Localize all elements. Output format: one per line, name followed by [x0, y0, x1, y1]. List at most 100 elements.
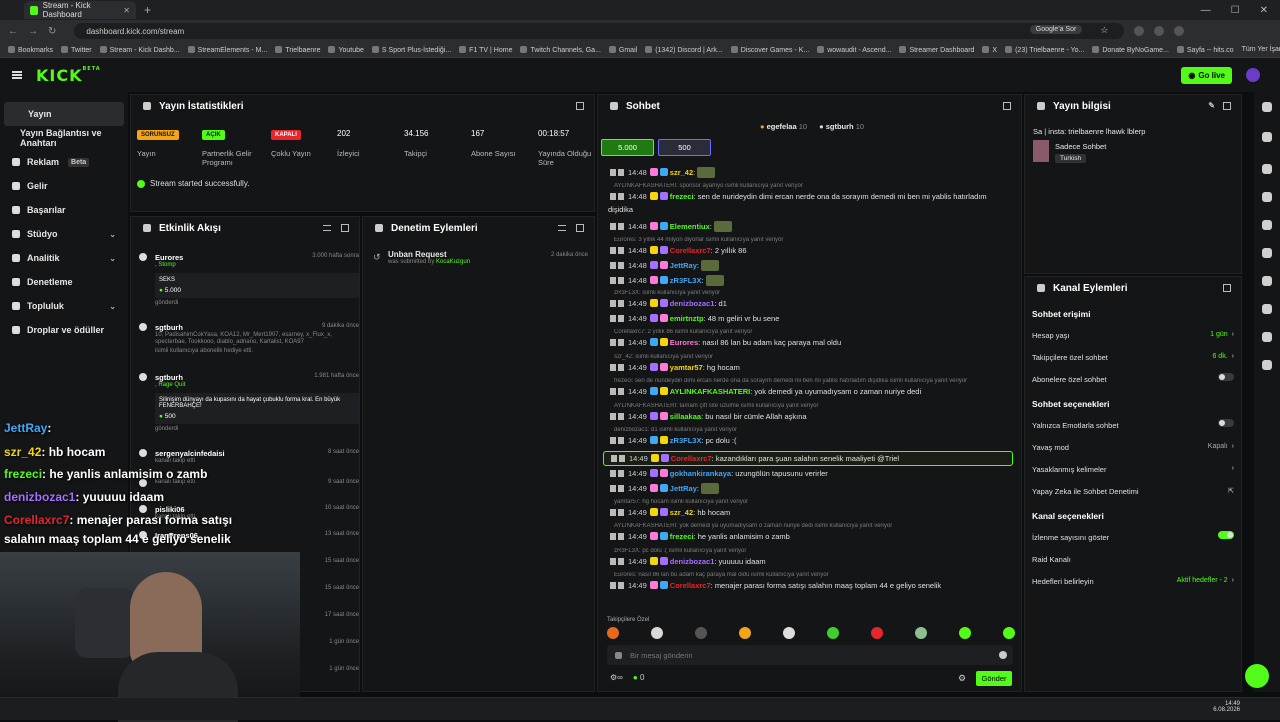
top-gifter[interactable]: ● egefelaa 10: [760, 122, 807, 131]
chat-reply-context[interactable]: frezeci: sen de nurideydin dimi ercan ne…: [614, 378, 1014, 384]
chat-username[interactable]: yamtar57: [670, 363, 703, 372]
bookmark-item[interactable]: F1 TV | Home: [459, 46, 512, 54]
goal-pill[interactable]: 500: [658, 139, 711, 156]
popout-icon[interactable]: [1003, 102, 1011, 110]
timeout-icon[interactable]: [618, 169, 624, 176]
chat-username[interactable]: zR3FL3X: [670, 276, 702, 285]
bookmark-item[interactable]: Twitch Channels, Ga...: [520, 46, 600, 54]
chat-reply-context[interactable]: yamtar57: hg hocam isimli kullanıcıya ya…: [614, 499, 1014, 505]
delete-icon[interactable]: [610, 437, 616, 444]
chat-rail-icon[interactable]: [1262, 248, 1272, 258]
chat-username[interactable]: sillaakaa: [670, 412, 701, 421]
popout-icon[interactable]: [341, 224, 349, 232]
delete-icon[interactable]: [611, 454, 617, 462]
mod-item-user[interactable]: KocaKuzgun: [436, 259, 470, 265]
people-rail-icon[interactable]: [1262, 360, 1272, 370]
chat-reply-context[interactable]: Corellaxrc7: 2 yıllık 86 isimli kullanıc…: [614, 329, 1014, 335]
chat-message[interactable]: 14:49 frezeci: he yanlis anlamisim o zamb: [610, 532, 1010, 541]
bookmark-item[interactable]: Gmail: [609, 46, 637, 54]
link-rail-icon[interactable]: [1262, 276, 1272, 286]
info-icon[interactable]: [1262, 102, 1272, 112]
chat-username[interactable]: denizbozac1: [670, 557, 715, 566]
chat-username[interactable]: JettRay: [670, 261, 697, 270]
channel-setting-row[interactable]: Hesap yaşı 1 gün ›: [1032, 331, 1238, 340]
timeout-icon[interactable]: [618, 276, 624, 284]
timeout-icon[interactable]: [618, 533, 624, 540]
toggle-switch[interactable]: [1218, 531, 1234, 539]
minimize-icon[interactable]: —: [1201, 5, 1211, 16]
chat-username[interactable]: szr_42: [670, 168, 693, 177]
chat-username[interactable]: Corellaxrc7: [670, 246, 711, 255]
user-avatar[interactable]: [1246, 68, 1260, 82]
browser-tab[interactable]: Stream - Kick Dashboard ✕: [24, 1, 136, 19]
timeout-icon[interactable]: [618, 508, 624, 516]
kick-logo[interactable]: KICKBETA: [36, 66, 101, 85]
chat-message[interactable]: 14:49 denizbozac1: d1: [610, 299, 1010, 308]
timeout-icon[interactable]: [618, 557, 624, 565]
bookmark-item[interactable]: Discover Games - K...: [731, 46, 809, 54]
chat-message[interactable]: 14:48 frezeci: sen de nurideydin dimi erc…: [610, 191, 1010, 201]
channel-setting-row[interactable]: Takipçilere özel sohbet 6 dk. ›: [1032, 353, 1238, 362]
bookmark-item[interactable]: StreamElements - M...: [188, 46, 268, 54]
chat-message[interactable]: 14:49 Corellaxrc7: menajer parası forma s…: [610, 581, 1010, 590]
channel-setting-row[interactable]: Yavaş mod Kapalı ›: [1032, 443, 1238, 452]
chat-reply-context[interactable]: AYLINKAFKASHATERI: sponsor ayarlıyo isim…: [614, 183, 1014, 189]
activity-item[interactable]: Eurores, Stomp SEKS ● 5.000 gönderdi 3.000 h…: [139, 253, 359, 306]
settings-mini-icon[interactable]: ⚙︎∞: [610, 673, 623, 682]
delete-icon[interactable]: [610, 582, 616, 589]
chat-input[interactable]: Bir mesaj gönderin: [607, 645, 1013, 665]
sidebar-item-3[interactable]: Gelir: [0, 174, 128, 198]
delete-icon[interactable]: [610, 469, 616, 477]
delete-icon[interactable]: [610, 169, 616, 176]
channel-setting-row[interactable]: İzlenme sayısını göster: [1032, 531, 1238, 542]
extension-icon[interactable]: [1134, 26, 1145, 36]
category-name[interactable]: Sadece Sohbet: [1055, 142, 1106, 151]
channel-setting-row[interactable]: Abonelere özel sohbet: [1032, 373, 1238, 384]
delete-icon[interactable]: [610, 557, 616, 565]
chat-reply-context[interactable]: Eurores: 3 yıllık 44 milyon diyorlar isi…: [614, 237, 1014, 243]
chat-message[interactable]: 14:49 emirtnztp: 48 m geliri vr bu sene: [610, 313, 1010, 323]
delete-icon[interactable]: [610, 363, 616, 371]
popout-icon[interactable]: [1223, 284, 1231, 292]
edit-rail-icon[interactable]: [1262, 132, 1272, 142]
filter-icon[interactable]: [323, 225, 331, 231]
chat-message[interactable]: 14:48 Elementiux:: [610, 221, 1010, 232]
bookmark-item[interactable]: Stream - Kick Dashb...: [100, 46, 180, 54]
bookmark-item[interactable]: S Sport Plus-İstediği...: [372, 46, 451, 54]
all-bookmarks[interactable]: Tüm Yer İşaretleri: [1242, 46, 1280, 53]
channel-setting-row[interactable]: Raid Kanalı: [1032, 555, 1238, 564]
delete-icon[interactable]: [610, 246, 616, 254]
bookmark-item[interactable]: Donate ByNoGame...: [1092, 46, 1169, 54]
chat-username[interactable]: Elementiux: [670, 222, 710, 231]
activity-item[interactable]: sergenyalcinfedaisi kanalı takip etti 8 sa…: [139, 449, 359, 465]
bookmark-item[interactable]: Twitter: [61, 46, 92, 54]
chat-message[interactable]: 14:49 szr_42: hb hocam: [610, 507, 1010, 517]
activity-item[interactable]: sgtburh 10, PadisahimCokYasa, KOA12, Mr_M…: [139, 323, 359, 354]
close-window-icon[interactable]: ✕: [1260, 5, 1268, 16]
timeout-icon[interactable]: [618, 437, 624, 444]
delete-icon[interactable]: [610, 388, 616, 395]
chat-reply-context[interactable]: zR3FL3X: isimli kullanıcıya yanıt veriyo…: [614, 290, 1014, 296]
delete-icon[interactable]: [610, 508, 616, 516]
bookmark-item[interactable]: Trielbaenre: [275, 46, 320, 54]
goal-pill[interactable]: 5.000: [601, 139, 654, 156]
bookmark-item[interactable]: Sayfa -- hits.co: [1177, 46, 1234, 54]
chat-reply-context[interactable]: Eurores: nasıl 86 lan bu adam kaç paraya…: [614, 572, 1014, 578]
delete-icon[interactable]: [610, 339, 616, 346]
channel-setting-row[interactable]: Yalnızca Emotlarla sohbet: [1032, 419, 1238, 430]
chat-username[interactable]: szr_42: [670, 508, 693, 517]
delete-icon[interactable]: [610, 276, 616, 284]
emote-icon[interactable]: [783, 627, 795, 639]
chat-reply-context[interactable]: AYLINKAFKASHATERI: yok demedi ya uyumadı…: [614, 523, 1014, 529]
sidebar-item-4[interactable]: Başarılar: [0, 198, 128, 222]
chat-message[interactable]: 14:49 zR3FL3X: pc dolu :(: [610, 436, 1010, 445]
sidebar-item-8[interactable]: Topluluk ⌄: [0, 294, 128, 318]
sidebar-item-0[interactable]: Yayın: [4, 102, 124, 126]
timeout-icon[interactable]: [618, 582, 624, 589]
chat-message[interactable]: 14:49 Corellaxrc7: kazandıkları para şuan…: [603, 450, 1013, 466]
sidebar-item-6[interactable]: Analitik ⌄: [0, 246, 128, 270]
timeout-icon[interactable]: [618, 469, 624, 477]
go-live-button[interactable]: ◉ Go live: [1181, 67, 1232, 84]
chat-username[interactable]: Corellaxrc7: [670, 581, 711, 590]
camera-icon[interactable]: [1262, 164, 1272, 174]
